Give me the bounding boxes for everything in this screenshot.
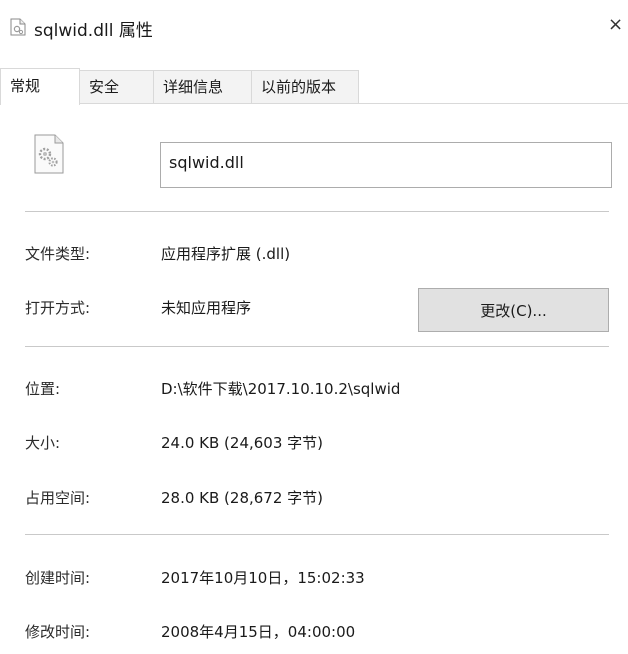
opens-with-label: 打开方式: bbox=[25, 299, 91, 317]
size-value: 24.0 KB (24,603 字节) bbox=[161, 434, 324, 452]
separator bbox=[25, 211, 609, 212]
location-label: 位置: bbox=[25, 380, 61, 398]
modified-label: 修改时间: bbox=[25, 623, 91, 641]
opens-with-value: 未知应用程序 bbox=[161, 299, 252, 317]
general-panel: 文件类型: 应用程序扩展 (.dll) 打开方式: 未知应用程序 更改(C)..… bbox=[0, 104, 628, 654]
tab-general-label: 常规 bbox=[10, 77, 41, 95]
modified-value: 2008年4月15日，04:00:00 bbox=[161, 623, 356, 641]
title-bar: sqlwid.dll 属性 × bbox=[0, 0, 628, 56]
tab-security[interactable]: 安全 bbox=[79, 70, 154, 104]
separator bbox=[25, 346, 609, 347]
size-on-disk-label: 占用空间: bbox=[25, 489, 91, 507]
file-type-value: 应用程序扩展 (.dll) bbox=[161, 245, 291, 263]
location-value: D:\软件下载\2017.10.10.2\sqlwid bbox=[161, 380, 401, 398]
tab-details[interactable]: 详细信息 bbox=[153, 70, 252, 104]
size-label: 大小: bbox=[25, 434, 61, 452]
tab-details-label: 详细信息 bbox=[163, 78, 224, 96]
change-button[interactable]: 更改(C)... bbox=[418, 288, 609, 332]
dll-file-icon bbox=[10, 18, 26, 36]
dll-file-gears-icon bbox=[33, 134, 65, 174]
file-name-input[interactable] bbox=[160, 142, 612, 188]
window-title: sqlwid.dll 属性 bbox=[34, 21, 153, 41]
tab-previous-versions[interactable]: 以前的版本 bbox=[251, 70, 359, 104]
file-type-label: 文件类型: bbox=[25, 245, 91, 263]
properties-window: sqlwid.dll 属性 × 常规 安全 详细信息 以前的版本 sqlwid.… bbox=[0, 0, 628, 654]
created-label: 创建时间: bbox=[25, 569, 91, 587]
tab-general[interactable]: 常规 bbox=[0, 68, 80, 105]
created-value: 2017年10月10日，15:02:33 bbox=[161, 569, 365, 587]
close-icon[interactable]: × bbox=[608, 10, 628, 40]
separator bbox=[25, 534, 609, 535]
tab-security-label: 安全 bbox=[89, 78, 120, 96]
size-on-disk-value: 28.0 KB (28,672 字节) bbox=[161, 489, 324, 507]
tab-previous-versions-label: 以前的版本 bbox=[261, 78, 337, 96]
tab-bar: 常规 安全 详细信息 以前的版本 bbox=[0, 68, 628, 105]
